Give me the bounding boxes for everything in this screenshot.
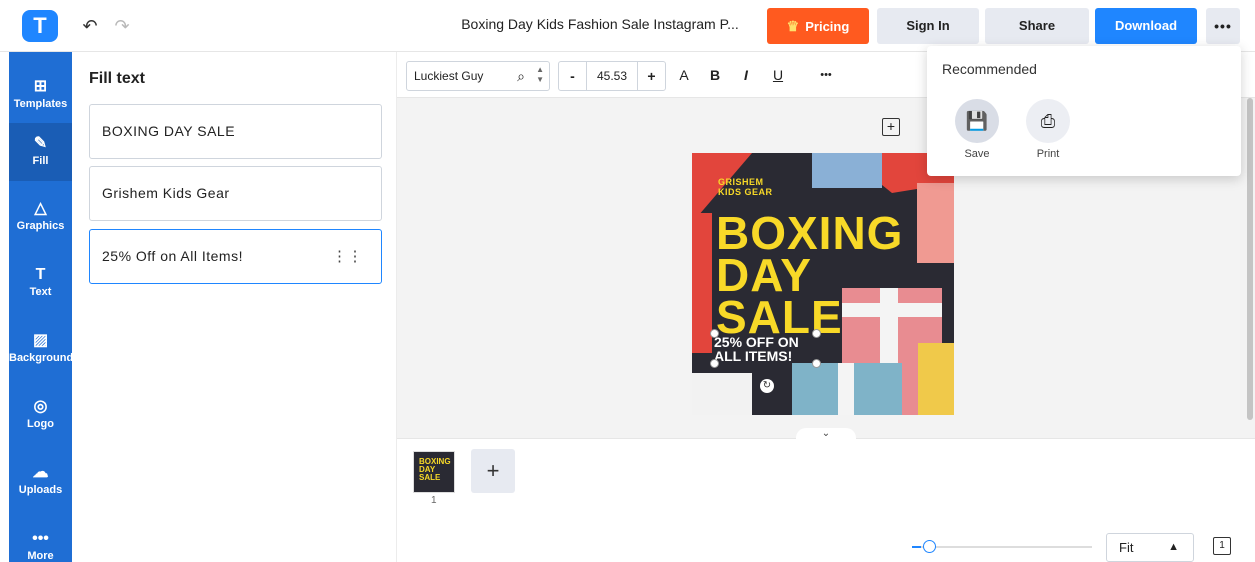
sidebar-item-label: Uploads: [18, 484, 63, 496]
more-tools-button[interactable]: •••: [815, 63, 837, 87]
zoom-slider-handle[interactable]: [923, 540, 936, 553]
recommended-popup: Recommended 💾 Save ⎙ Print: [927, 46, 1241, 176]
sidebar-item-label: Graphics: [16, 220, 65, 232]
sidebar-item-uploads[interactable]: ☁ Uploads: [9, 452, 72, 510]
undo-icon[interactable]: ↶: [78, 14, 102, 38]
chevron-up-icon: ▲: [1168, 541, 1179, 553]
italic-button[interactable]: I: [735, 63, 757, 87]
underline-button[interactable]: U: [767, 63, 789, 87]
popup-title: Recommended: [942, 61, 1037, 77]
background-icon: ▨: [32, 332, 49, 349]
more-options-button[interactable]: •••: [1206, 8, 1240, 44]
pricing-button[interactable]: ♛ Pricing: [767, 8, 869, 44]
poster-headline-3: SALE: [716, 291, 843, 343]
templates-icon: ⊞: [33, 78, 48, 95]
bold-button[interactable]: B: [704, 63, 726, 87]
zoom-slider[interactable]: [912, 546, 1092, 548]
poster-brand-line: KIDS GEAR: [718, 187, 773, 197]
poster-offer-line: ALL ITEMS!: [714, 348, 793, 364]
sign-in-button[interactable]: Sign In: [877, 8, 979, 44]
text-field[interactable]: BOXING DAY SALE: [89, 104, 382, 159]
add-page-button[interactable]: +: [471, 449, 515, 493]
sidebar-item-label: Templates: [13, 98, 68, 110]
text-field[interactable]: Grishem Kids Gear: [89, 166, 382, 221]
sidebar-item-label: Background: [9, 352, 74, 364]
zoom-select[interactable]: Fit ▲: [1106, 533, 1194, 562]
sidebar-item-text[interactable]: T Text: [9, 254, 72, 312]
page-number: 1: [431, 495, 437, 506]
add-element-icon[interactable]: +: [882, 118, 900, 136]
search-icon[interactable]: ⌕: [517, 62, 525, 90]
poster-brand-line: GRISHEM: [718, 177, 764, 187]
sidebar-item-more[interactable]: ••• More: [9, 518, 72, 562]
sidebar-item-label: Text: [29, 286, 52, 298]
increase-size-button[interactable]: +: [637, 62, 665, 90]
print-icon: ⎙: [1026, 99, 1070, 143]
sidebar-item-background[interactable]: ▨ Background: [9, 320, 74, 378]
design-poster[interactable]: GRISHEM KIDS GEAR BOXING DAY SALE 25% OFF…: [692, 153, 954, 415]
print-label: Print: [1036, 148, 1060, 160]
zoom-slider-fill: [912, 546, 921, 548]
resize-handle[interactable]: [710, 329, 719, 338]
text-icon: T: [35, 266, 46, 283]
sidebar-item-logo[interactable]: ◎ Logo: [9, 386, 72, 444]
page-view-icon[interactable]: 1: [1213, 537, 1231, 555]
more-icon: •••: [32, 530, 49, 547]
pencil-icon: ✎: [33, 135, 48, 152]
crown-icon: ♛: [786, 18, 800, 34]
shapes-icon: △: [34, 200, 47, 217]
sidebar-item-label: Fill: [32, 155, 49, 167]
save-label: Save: [964, 148, 990, 160]
redo-icon[interactable]: ↷: [110, 14, 134, 38]
text-field-value: 25% Off on All Items!: [102, 248, 243, 264]
zoom-value: Fit: [1119, 540, 1134, 555]
sidebar-item-label: More: [27, 550, 54, 562]
sidebar-item-label: Logo: [27, 418, 54, 430]
sidebar-item-templates[interactable]: ⊞ Templates: [9, 66, 72, 124]
print-option[interactable]: ⎙ Print: [1026, 99, 1070, 160]
rotate-handle-icon[interactable]: ↻: [760, 379, 774, 393]
upload-cloud-icon: ☁: [32, 464, 49, 481]
poster-brand-text: GRISHEM KIDS GEAR: [718, 177, 773, 197]
sidebar-item-graphics[interactable]: △ Graphics: [9, 188, 72, 246]
logo-icon: ◎: [33, 398, 48, 415]
text-case-button[interactable]: A: [673, 63, 695, 87]
font-selector[interactable]: Luckiest Guy ⌕ ▲ ▼: [406, 61, 550, 91]
app-logo[interactable]: T: [22, 10, 58, 42]
drag-handle-icon[interactable]: ⋮⋮: [332, 230, 363, 283]
thumbnail-preview-text: BOXING DAY SALE: [419, 458, 451, 482]
save-option[interactable]: 💾 Save: [955, 99, 999, 160]
resize-handle[interactable]: [812, 359, 821, 368]
poster-offer-text: 25% OFF ON ALL ITEMS!: [714, 335, 799, 363]
top-bar: T ↶ ↷ Boxing Day Kids Fashion Sale Insta…: [0, 0, 1255, 52]
text-field-active[interactable]: 25% Off on All Items! ⋮⋮: [89, 229, 382, 284]
panel-title: Fill text: [89, 70, 146, 87]
thumb-line: SALE: [419, 473, 441, 482]
sidebar: ⊞ Templates ✎ Fill △ Graphics T Text ▨ B…: [9, 52, 74, 562]
resize-handle[interactable]: [710, 359, 719, 368]
save-icon: 💾: [955, 99, 999, 143]
spinner-icon[interactable]: ▲ ▼: [536, 65, 544, 85]
page-thumbnail[interactable]: BOXING DAY SALE: [413, 451, 455, 493]
pricing-label: Pricing: [805, 19, 850, 34]
font-size-stepper: - 45.53 +: [558, 61, 666, 91]
sidebar-item-fill[interactable]: ✎ Fill: [9, 123, 72, 181]
document-title[interactable]: Boxing Day Kids Fashion Sale Instagram P…: [440, 16, 760, 32]
font-name: Luckiest Guy: [414, 69, 484, 83]
download-button[interactable]: Download: [1095, 8, 1197, 44]
decrease-size-button[interactable]: -: [559, 62, 587, 90]
fill-text-panel: Fill text BOXING DAY SALE Grishem Kids G…: [72, 52, 397, 562]
resize-handle[interactable]: [812, 329, 821, 338]
font-size-input[interactable]: 45.53: [587, 62, 637, 90]
vertical-scrollbar[interactable]: [1247, 98, 1253, 420]
share-button[interactable]: Share: [985, 8, 1089, 44]
chevron-down-icon[interactable]: ⌄: [796, 428, 856, 442]
